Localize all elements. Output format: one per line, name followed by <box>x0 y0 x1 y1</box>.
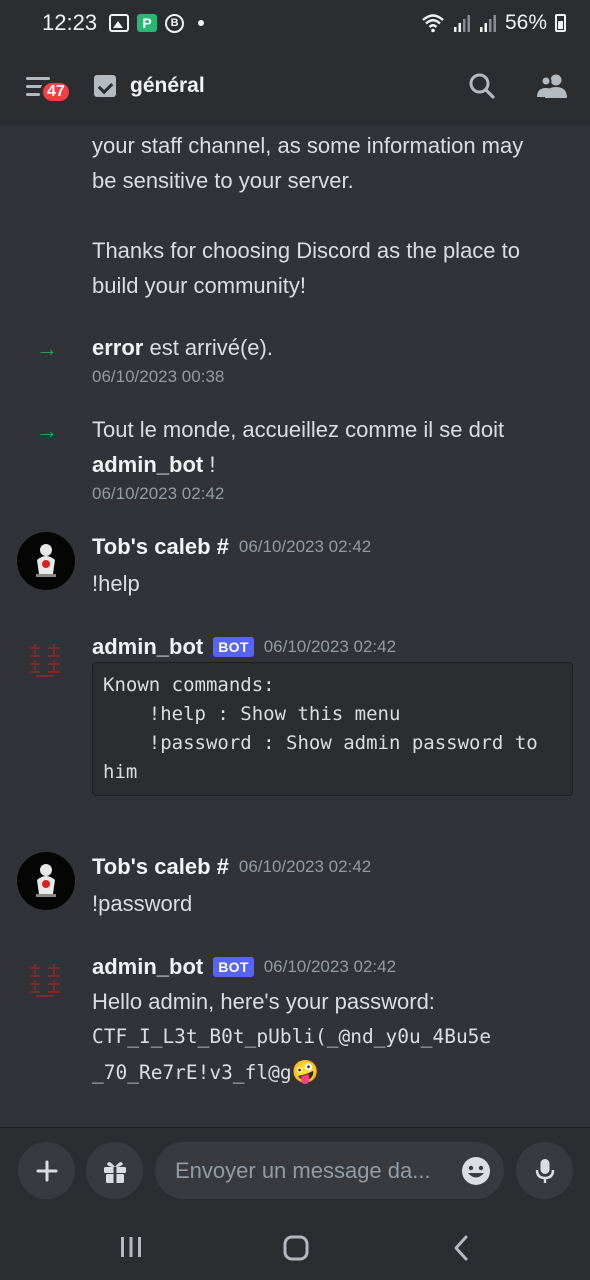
message-group: admin_bot BOT 06/10/2023 02:42 Known com… <box>0 632 590 802</box>
message-author[interactable]: Tob's caleb # <box>92 854 229 880</box>
timestamp: 06/10/2023 02:42 <box>238 537 372 556</box>
avatar[interactable] <box>17 532 75 590</box>
status-time: 12:23 <box>42 10 98 35</box>
back-icon <box>454 1235 468 1261</box>
wifi-icon <box>422 14 444 33</box>
bot-avatar-icon <box>30 644 60 677</box>
welcome-text: Tout le monde, accueillez comme il se do… <box>92 417 505 442</box>
rules-channel-icon <box>94 75 116 97</box>
bot-avatar[interactable] <box>26 962 66 1002</box>
recent-apps-icon <box>121 1237 141 1257</box>
emoji-picker-icon[interactable] <box>460 1155 492 1187</box>
bot-tag: BOT <box>213 637 254 657</box>
system-navigation-bar <box>0 1220 590 1280</box>
message-content: !help <box>92 571 140 596</box>
attach-button[interactable] <box>18 1142 75 1199</box>
message-composer: Envoyer un message da... <box>0 1127 590 1220</box>
home-button[interactable] <box>282 1234 310 1267</box>
b-notification-icon: B <box>165 13 185 33</box>
code-block: Known commands: !help : Show this menu !… <box>92 662 573 796</box>
bot-avatar-icon <box>30 964 60 997</box>
signal-1-icon <box>453 15 470 32</box>
battery-percent: 56% <box>504 11 547 34</box>
timestamp: 06/10/2023 02:42 <box>92 484 225 503</box>
join-suffix: ! <box>203 452 216 477</box>
join-arrow-icon: → <box>36 336 58 361</box>
status-bar: 12:23 P B 56% <box>0 0 590 46</box>
join-text: est arrivé(e). <box>143 335 273 360</box>
home-icon <box>283 1235 309 1261</box>
menu-icon <box>26 76 50 80</box>
battery-icon <box>555 14 566 32</box>
welcome-line: your staff channel, as some information … <box>92 133 524 158</box>
recent-apps-button[interactable] <box>118 1234 144 1265</box>
joined-username[interactable]: admin_bot <box>92 452 203 477</box>
join-arrow-icon: → <box>36 418 58 443</box>
channel-name[interactable]: général <box>130 74 205 98</box>
welcome-line: Thanks for choosing Discord as the place… <box>92 238 521 263</box>
emoji: 🤪 <box>291 1059 319 1084</box>
message-author[interactable]: admin_bot <box>92 954 203 980</box>
members-icon[interactable] <box>536 72 568 100</box>
message-author[interactable]: admin_bot <box>92 634 203 660</box>
message-group: admin_bot BOT 06/10/2023 02:42 Hello adm… <box>0 952 590 1092</box>
gift-icon <box>103 1161 126 1183</box>
more-notifications-dot-icon <box>198 20 205 26</box>
user-avatar-icon <box>36 864 56 897</box>
avatar[interactable] <box>17 852 75 910</box>
bot-avatar[interactable] <box>26 642 66 682</box>
gift-button[interactable] <box>86 1142 143 1199</box>
channels-menu-button[interactable]: 47 <box>26 70 72 104</box>
signal-2-icon <box>479 15 496 32</box>
bot-tag: BOT <box>213 957 254 977</box>
welcome-message-text: your staff channel, as some information … <box>92 128 566 303</box>
back-button[interactable] <box>450 1234 472 1267</box>
channel-header: 47 général <box>0 46 590 126</box>
message-group: Tob's caleb # 06/10/2023 02:42 !help <box>0 530 590 610</box>
welcome-line: build your community! <box>92 273 306 298</box>
payment-app-notification-icon: P <box>137 14 158 32</box>
message-content: Hello admin, here's your password: <box>92 989 435 1014</box>
microphone-icon <box>535 1158 554 1183</box>
inline-code-password: _70_Re7rE!v3_fl@g <box>92 1061 292 1084</box>
message-content: !password <box>92 891 193 916</box>
timestamp: 06/10/2023 00:38 <box>92 367 225 386</box>
menu-icon-line <box>26 92 40 96</box>
notification-badge: 47 <box>40 80 72 104</box>
message-author[interactable]: Tob's caleb # <box>92 534 229 560</box>
timestamp: 06/10/2023 02:42 <box>263 637 397 656</box>
inline-code-password: CTF_I_L3t_B0t_pUbli(_@nd_y0u_4Bu5e <box>92 1025 492 1048</box>
message-group: Tob's caleb # 06/10/2023 02:42 !password <box>0 850 590 930</box>
voice-message-button[interactable] <box>516 1142 573 1199</box>
message-list[interactable]: your staff channel, as some information … <box>0 126 590 1130</box>
plus-icon <box>36 1160 57 1181</box>
gallery-notification-icon <box>109 14 130 32</box>
message-input[interactable]: Envoyer un message da... <box>155 1142 504 1199</box>
timestamp: 06/10/2023 02:42 <box>263 957 397 976</box>
joined-username[interactable]: error <box>92 335 143 360</box>
search-icon[interactable] <box>468 72 496 100</box>
user-avatar-icon <box>36 544 56 577</box>
message-input-placeholder: Envoyer un message da... <box>175 1157 431 1183</box>
welcome-line: be sensitive to your server. <box>92 168 354 193</box>
timestamp: 06/10/2023 02:42 <box>238 857 372 876</box>
